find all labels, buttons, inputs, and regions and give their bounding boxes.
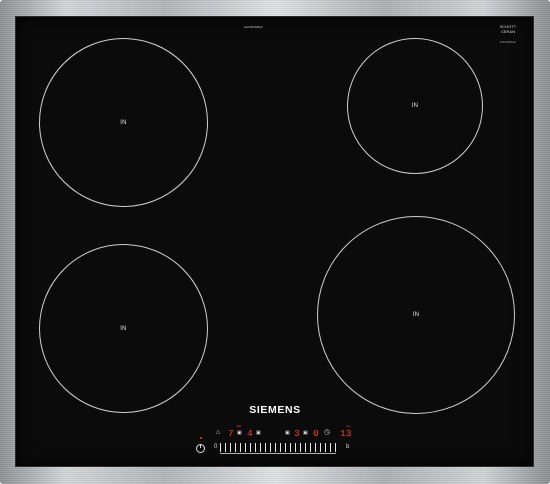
power-indicator-led bbox=[200, 437, 202, 439]
lock-icon[interactable]: ⌂ bbox=[216, 429, 220, 436]
zone-display-4: 0 bbox=[313, 428, 319, 439]
small-red-label: 400 bbox=[236, 424, 242, 428]
zone-select-icon[interactable]: ▣ bbox=[256, 430, 261, 436]
zone-display-2: 4 bbox=[247, 428, 253, 439]
zone-display-3: 3 bbox=[294, 428, 300, 439]
zone-select-icon[interactable]: ▣ bbox=[303, 430, 308, 436]
timer-display: 13 bbox=[340, 428, 352, 439]
zone-select-icon[interactable]: ▣ bbox=[285, 430, 290, 436]
timer-icon[interactable]: ◷ bbox=[324, 428, 330, 436]
slider-baseline bbox=[220, 453, 336, 454]
zone-select-icon[interactable]: ▣ bbox=[237, 430, 242, 436]
power-level-slider[interactable] bbox=[220, 443, 336, 452]
zone-display-1: 7 bbox=[228, 428, 234, 439]
power-icon[interactable] bbox=[196, 444, 205, 453]
boost-icon[interactable]: b bbox=[346, 444, 349, 450]
control-panel: ⌂ 7 400 ▣ 4 ▣ ▣ 3 ▣ 0 ◷ min 13 0 b bbox=[0, 0, 550, 484]
slider-min-label: 0 bbox=[214, 444, 218, 450]
